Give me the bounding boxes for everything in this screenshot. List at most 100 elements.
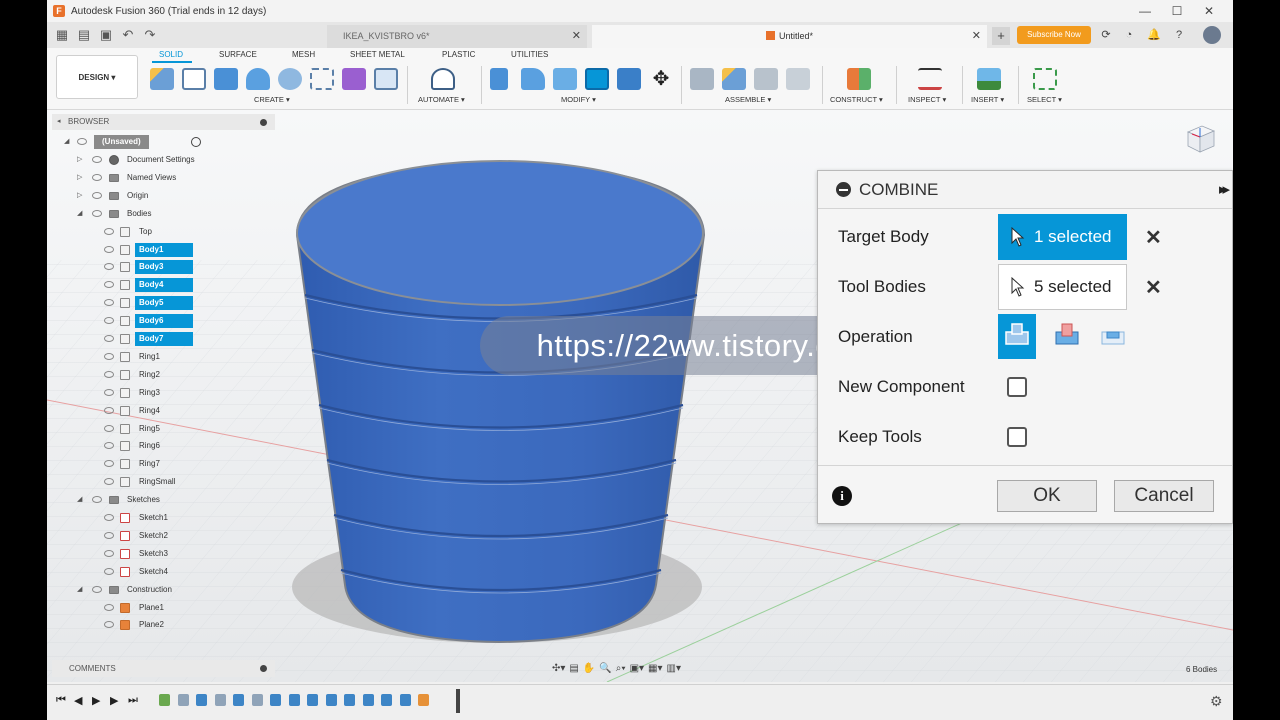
- step-forward-icon[interactable]: ▶: [110, 694, 118, 707]
- visibility-eye-icon[interactable]: [104, 388, 114, 396]
- tree-item-body7[interactable]: Body7: [95, 331, 265, 347]
- user-avatar[interactable]: [1203, 26, 1221, 44]
- timeline-feature-icon[interactable]: [307, 694, 318, 706]
- visibility-eye-icon[interactable]: [92, 209, 102, 217]
- new-component-icon[interactable]: [150, 68, 174, 90]
- visibility-eye-icon[interactable]: [104, 549, 114, 557]
- help-icon[interactable]: ?: [1171, 27, 1187, 43]
- press-pull-icon[interactable]: [490, 68, 508, 90]
- insert-image-icon[interactable]: [977, 68, 1001, 90]
- visibility-eye-icon[interactable]: [104, 406, 114, 414]
- select-menu[interactable]: SELECT ▾: [1027, 95, 1062, 104]
- collapse-dialog-icon[interactable]: [836, 182, 851, 197]
- minimize-button[interactable]: —: [1129, 0, 1161, 22]
- timeline-feature-icon[interactable]: [418, 694, 429, 706]
- keep-tools-checkbox[interactable]: [1007, 427, 1027, 447]
- timeline-feature-icon[interactable]: [251, 694, 263, 706]
- browser-panel-header[interactable]: ◂ BROWSER: [52, 114, 275, 130]
- offset-plane-icon[interactable]: [847, 68, 871, 90]
- file-menu-icon[interactable]: ▤: [73, 24, 95, 46]
- display-settings-icon[interactable]: ▣▾: [630, 663, 644, 674]
- operation-cut-button[interactable]: [1048, 314, 1086, 359]
- tree-item-ring5[interactable]: Ring5: [95, 421, 265, 437]
- expand-arrow-icon[interactable]: ▷: [77, 170, 85, 186]
- tab-mesh[interactable]: MESH: [292, 50, 315, 59]
- tree-item-ring7[interactable]: Ring7: [95, 456, 265, 472]
- viewports-icon[interactable]: ▥▾: [667, 663, 681, 674]
- expand-arrow-icon[interactable]: ◢: [77, 206, 85, 222]
- expand-arrow-icon[interactable]: ▷: [77, 152, 85, 168]
- ok-button[interactable]: OK: [997, 480, 1097, 512]
- revolve-icon[interactable]: [246, 68, 270, 90]
- tree-item-body1[interactable]: Body1: [95, 242, 265, 258]
- visibility-eye-icon[interactable]: [104, 621, 114, 629]
- visibility-eye-icon[interactable]: [104, 227, 114, 235]
- operation-intersect-button[interactable]: [1094, 314, 1132, 359]
- tree-item-sketch3[interactable]: Sketch3: [95, 546, 265, 562]
- view-cube[interactable]: [1182, 122, 1218, 158]
- tree-item-document-settings[interactable]: ▷ Document Settings: [77, 152, 247, 168]
- timeline-feature-icon[interactable]: [344, 694, 355, 706]
- tab-untitled[interactable]: Untitled* ✕: [592, 25, 987, 48]
- close-tab-icon[interactable]: ✕: [572, 25, 581, 48]
- target-body-selector[interactable]: 1 selected: [998, 214, 1127, 260]
- visibility-eye-icon[interactable]: [104, 603, 114, 611]
- zoom-icon[interactable]: 🔍: [599, 663, 611, 674]
- tree-item-sketch1[interactable]: Sketch1: [95, 510, 265, 526]
- construct-menu[interactable]: CONSTRUCT ▾: [830, 95, 883, 104]
- assemble-component-icon[interactable]: [722, 68, 746, 90]
- close-window-button[interactable]: ✕: [1193, 0, 1225, 22]
- tree-item-sketch2[interactable]: Sketch2: [95, 528, 265, 544]
- timeline-feature-icon[interactable]: [196, 694, 207, 706]
- tree-item-bodies[interactable]: ◢ Bodies: [77, 206, 247, 222]
- fit-icon[interactable]: ⌕▾: [616, 663, 626, 674]
- grid-settings-icon[interactable]: ▦▾: [648, 663, 662, 674]
- timeline-feature-icon[interactable]: [177, 694, 189, 706]
- select-icon[interactable]: [1033, 68, 1057, 90]
- tab-surface[interactable]: SURFACE: [219, 50, 257, 59]
- create-sketch-icon[interactable]: [182, 68, 206, 90]
- tree-item-construction[interactable]: ◢ Construction: [77, 582, 247, 598]
- tab-utilities[interactable]: UTILITIES: [511, 50, 548, 59]
- shell-icon[interactable]: [617, 68, 641, 90]
- go-to-start-icon[interactable]: ⏮: [56, 694, 66, 707]
- tab-solid[interactable]: SOLID: [159, 50, 183, 59]
- tree-item-ring3[interactable]: Ring3: [95, 385, 265, 401]
- visibility-eye-icon[interactable]: [92, 156, 102, 163]
- timeline-settings-icon[interactable]: ⚙: [1210, 693, 1223, 710]
- joint-origin-icon[interactable]: [786, 68, 810, 90]
- visibility-eye-icon[interactable]: [104, 442, 114, 450]
- tree-item-body5[interactable]: Body5: [95, 295, 265, 311]
- tree-item-plane2[interactable]: Plane2: [95, 617, 265, 633]
- tree-item-body3[interactable]: Body3: [95, 259, 265, 275]
- comments-add-icon[interactable]: [260, 665, 267, 672]
- grid-menu-icon[interactable]: ▦: [51, 24, 73, 46]
- pattern-icon[interactable]: [310, 68, 334, 90]
- visibility-eye-icon[interactable]: [104, 317, 114, 325]
- visibility-eye-icon[interactable]: [104, 531, 114, 539]
- notifications-icon[interactable]: 🔔: [1146, 27, 1162, 43]
- go-to-end-icon[interactable]: ⏭: [128, 694, 138, 707]
- visibility-eye-icon[interactable]: [92, 191, 102, 199]
- expand-dialog-icon[interactable]: ▸▸: [1219, 180, 1230, 198]
- timeline-feature-icon[interactable]: [381, 694, 392, 706]
- tool-bodies-selector[interactable]: 5 selected: [998, 264, 1127, 310]
- expand-arrow-icon[interactable]: ▷: [77, 188, 85, 204]
- chamfer-icon[interactable]: [553, 68, 577, 90]
- visibility-eye-icon[interactable]: [104, 424, 114, 432]
- inspect-menu[interactable]: INSPECT ▾: [908, 95, 946, 104]
- visibility-eye-icon[interactable]: [104, 478, 114, 486]
- tree-item-ring4[interactable]: Ring4: [95, 403, 265, 419]
- new-tab-button[interactable]: +: [992, 27, 1010, 45]
- automate-icon[interactable]: [431, 68, 455, 90]
- insert-mesh-icon[interactable]: [374, 68, 398, 90]
- expand-arrow-icon[interactable]: ◢: [77, 582, 85, 598]
- tree-root[interactable]: ◢ (Unsaved): [64, 134, 264, 150]
- hole-icon[interactable]: [278, 68, 302, 90]
- step-back-icon[interactable]: ◀: [74, 694, 82, 707]
- timeline-feature-icon[interactable]: [288, 694, 300, 706]
- new-component-checkbox[interactable]: [1007, 377, 1027, 397]
- tree-item-ring6[interactable]: Ring6: [95, 438, 265, 454]
- workspace-switcher-button[interactable]: DESIGN ▾: [56, 55, 138, 99]
- timeline-marker[interactable]: [456, 689, 460, 713]
